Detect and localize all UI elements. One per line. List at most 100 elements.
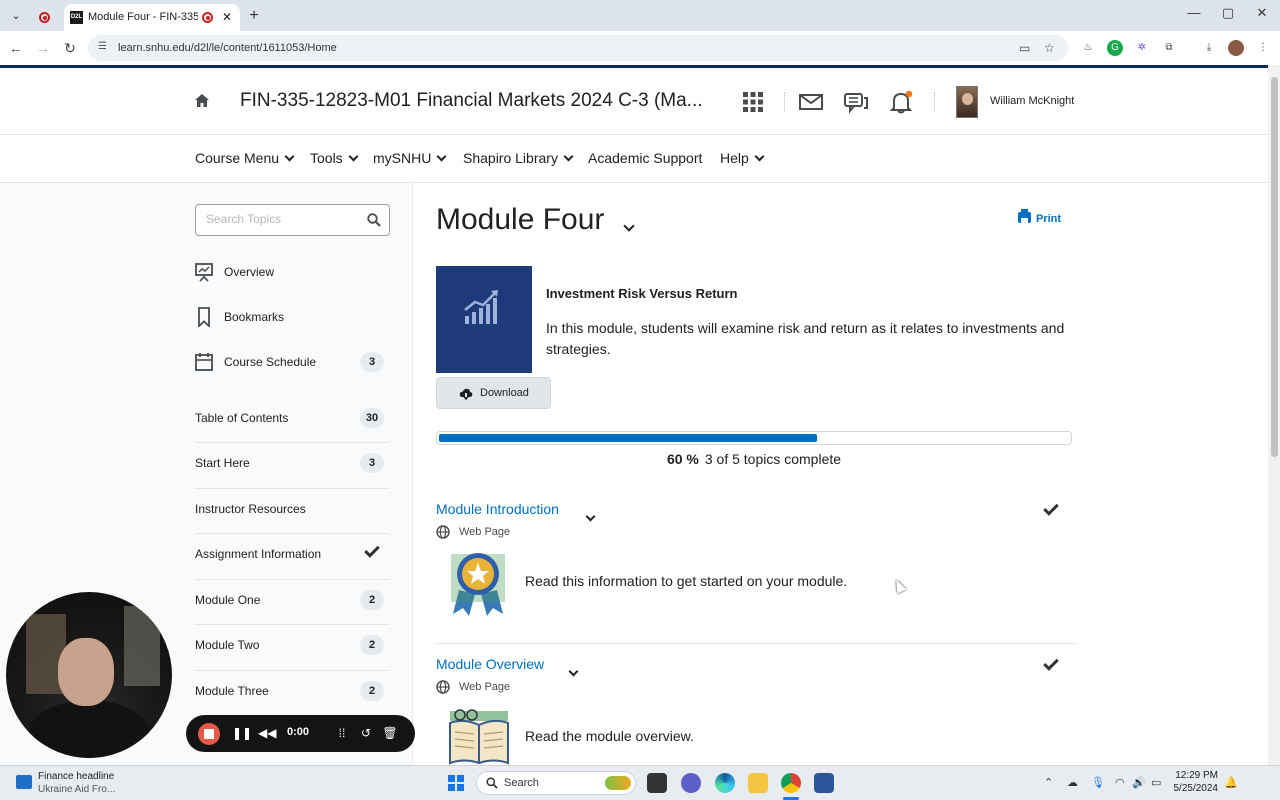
progress-bar: [436, 431, 1072, 445]
sidebar-item-start-here[interactable]: Start Here 3: [195, 449, 390, 479]
open-book-icon: [449, 709, 509, 765]
sidebar-item-module-three[interactable]: Module Three 2: [195, 677, 390, 707]
start-button-icon[interactable]: [448, 775, 464, 791]
pause-icon[interactable]: ❚❚: [232, 725, 252, 742]
mail-icon[interactable]: [799, 90, 823, 114]
taskbar-search[interactable]: Search: [476, 771, 636, 795]
notification-bell-icon[interactable]: [889, 90, 913, 114]
progress-percent: 60 %: [666, 451, 699, 467]
header-separator: [784, 92, 785, 112]
webcam-preview[interactable]: [6, 592, 172, 758]
sidebar-item-label: Table of Contents: [195, 411, 289, 425]
nav-shapiro-library[interactable]: Shapiro Library: [463, 150, 574, 166]
tab-search-chevron-icon[interactable]: ⌄: [6, 6, 26, 26]
extension-flame-icon[interactable]: ♨: [1080, 40, 1096, 56]
recording-tab[interactable]: [30, 4, 62, 31]
user-avatar[interactable]: [956, 86, 978, 118]
teams-chat-icon[interactable]: [681, 773, 701, 793]
scrollbar-thumb[interactable]: [1271, 77, 1278, 457]
nav-mysnhu[interactable]: mySNHU: [373, 150, 447, 166]
extensions-puzzle-icon[interactable]: ⧉: [1161, 40, 1177, 56]
waffle-icon[interactable]: [741, 90, 765, 114]
edge-browser-icon[interactable]: [715, 773, 735, 793]
nav-academic-support[interactable]: Academic Support: [588, 150, 702, 166]
restore-icon[interactable]: ▢: [1218, 5, 1238, 21]
trash-icon[interactable]: 🗑: [382, 725, 398, 742]
taskbar-time[interactable]: 12:29 PM: [1172, 770, 1218, 781]
nav-course-menu[interactable]: Course Menu: [195, 150, 295, 166]
news-widget-title[interactable]: Finance headline: [38, 771, 114, 782]
topic-actions-chevron-icon[interactable]: [568, 666, 579, 677]
battery-icon[interactable]: ▭: [1151, 776, 1161, 789]
news-widget-icon[interactable]: [16, 775, 32, 789]
count-badge: 3: [360, 453, 384, 473]
notifications-bell-icon[interactable]: 🔔: [1224, 776, 1238, 789]
onedrive-cloud-icon[interactable]: ☁: [1067, 776, 1078, 789]
sidebar-item-label: Overview: [224, 265, 275, 279]
webcam-person: [58, 638, 114, 706]
sidebar-item-label: Assignment Information: [195, 547, 322, 561]
restart-icon[interactable]: ↺: [358, 725, 374, 742]
print-button[interactable]: Print: [1018, 209, 1061, 225]
download-tray-icon[interactable]: ⤓: [1201, 40, 1217, 56]
user-name[interactable]: William McKnight: [990, 95, 1074, 107]
sidebar-item-assignment-information[interactable]: Assignment Information: [195, 540, 390, 570]
topic-title-link[interactable]: Module Introduction: [436, 501, 559, 517]
microphone-icon[interactable]: 🎙: [1091, 776, 1105, 789]
chrome-browser-icon[interactable]: [781, 773, 801, 793]
grid-dots-icon[interactable]: ⁞⁞: [334, 725, 350, 742]
chevron-down-icon: [563, 151, 574, 162]
taskbar-date[interactable]: 5/25/2024: [1170, 783, 1219, 794]
page-scrollbar[interactable]: [1268, 65, 1280, 765]
sidebar-item-bookmarks[interactable]: Bookmarks: [195, 303, 390, 333]
search-highlight-icon: [605, 776, 631, 790]
chrome-menu-icon[interactable]: ⋮: [1255, 40, 1271, 56]
sidebar-item-module-two[interactable]: Module Two 2: [195, 631, 390, 661]
close-window-icon[interactable]: ✕: [1252, 5, 1272, 21]
home-icon[interactable]: [193, 92, 211, 110]
nav-help[interactable]: Help: [720, 150, 765, 166]
search-icon[interactable]: [367, 213, 381, 227]
topic-title-link[interactable]: Module Overview: [436, 656, 544, 672]
rewind-icon[interactable]: ◀◀: [258, 725, 276, 742]
bookmark-star-icon[interactable]: ☆: [1044, 41, 1055, 55]
chevron-down-icon: [284, 151, 295, 162]
sidebar-item-label: Module Three: [195, 684, 269, 698]
task-view-icon[interactable]: [647, 773, 667, 793]
extension-gear-icon[interactable]: ✲: [1134, 40, 1150, 56]
nav-tools[interactable]: Tools: [310, 150, 359, 166]
reload-icon[interactable]: ↻: [60, 38, 80, 58]
site-info-icon[interactable]: ☰: [98, 41, 110, 53]
sidebar-item-table-of-contents[interactable]: Table of Contents 30: [195, 404, 390, 434]
forward-icon[interactable]: →: [33, 38, 53, 58]
file-explorer-icon[interactable]: [748, 773, 768, 793]
active-tab[interactable]: D2L Module Four - FIN-335-128 ✕: [64, 4, 240, 31]
tab-close-icon[interactable]: ✕: [222, 4, 232, 31]
show-hidden-icons-icon[interactable]: ⌃: [1044, 776, 1053, 789]
news-widget-subtitle[interactable]: Ukraine Aid Fro...: [38, 784, 115, 795]
module-title: Module Four: [436, 203, 605, 236]
wifi-icon[interactable]: ◠: [1115, 776, 1125, 789]
progress-topics-complete: 3 of 5 topics complete: [704, 451, 842, 467]
sidebar-item-module-one[interactable]: Module One 2: [195, 586, 390, 616]
module-actions-chevron-icon[interactable]: [623, 220, 635, 232]
sidebar-item-overview[interactable]: Overview: [195, 258, 390, 288]
profile-avatar-icon[interactable]: [1228, 40, 1244, 56]
sidebar-item-instructor-resources[interactable]: Instructor Resources: [195, 495, 390, 525]
new-tab-icon[interactable]: +: [244, 6, 264, 26]
back-icon[interactable]: ←: [6, 38, 26, 58]
grammarly-icon[interactable]: G: [1107, 40, 1123, 56]
topic-actions-chevron-icon[interactable]: [585, 511, 596, 522]
stop-recording-button[interactable]: [198, 723, 220, 745]
volume-icon[interactable]: 🔊: [1132, 776, 1146, 789]
download-button[interactable]: Download: [436, 377, 551, 409]
camera-icon[interactable]: ▭: [1019, 41, 1030, 55]
sidebar-item-course-schedule[interactable]: Course Schedule 3: [195, 348, 390, 378]
discussions-icon[interactable]: [844, 90, 868, 114]
minimize-icon[interactable]: —: [1184, 5, 1204, 20]
search-topics-input[interactable]: [206, 212, 356, 226]
word-app-icon[interactable]: [814, 773, 834, 793]
address-bar[interactable]: ☰ learn.snhu.edu/d2l/le/content/1611053/…: [88, 35, 1068, 61]
sidebar-divider: [195, 624, 390, 625]
course-title[interactable]: FIN-335-12823-M01 Financial Markets 2024…: [240, 90, 703, 112]
